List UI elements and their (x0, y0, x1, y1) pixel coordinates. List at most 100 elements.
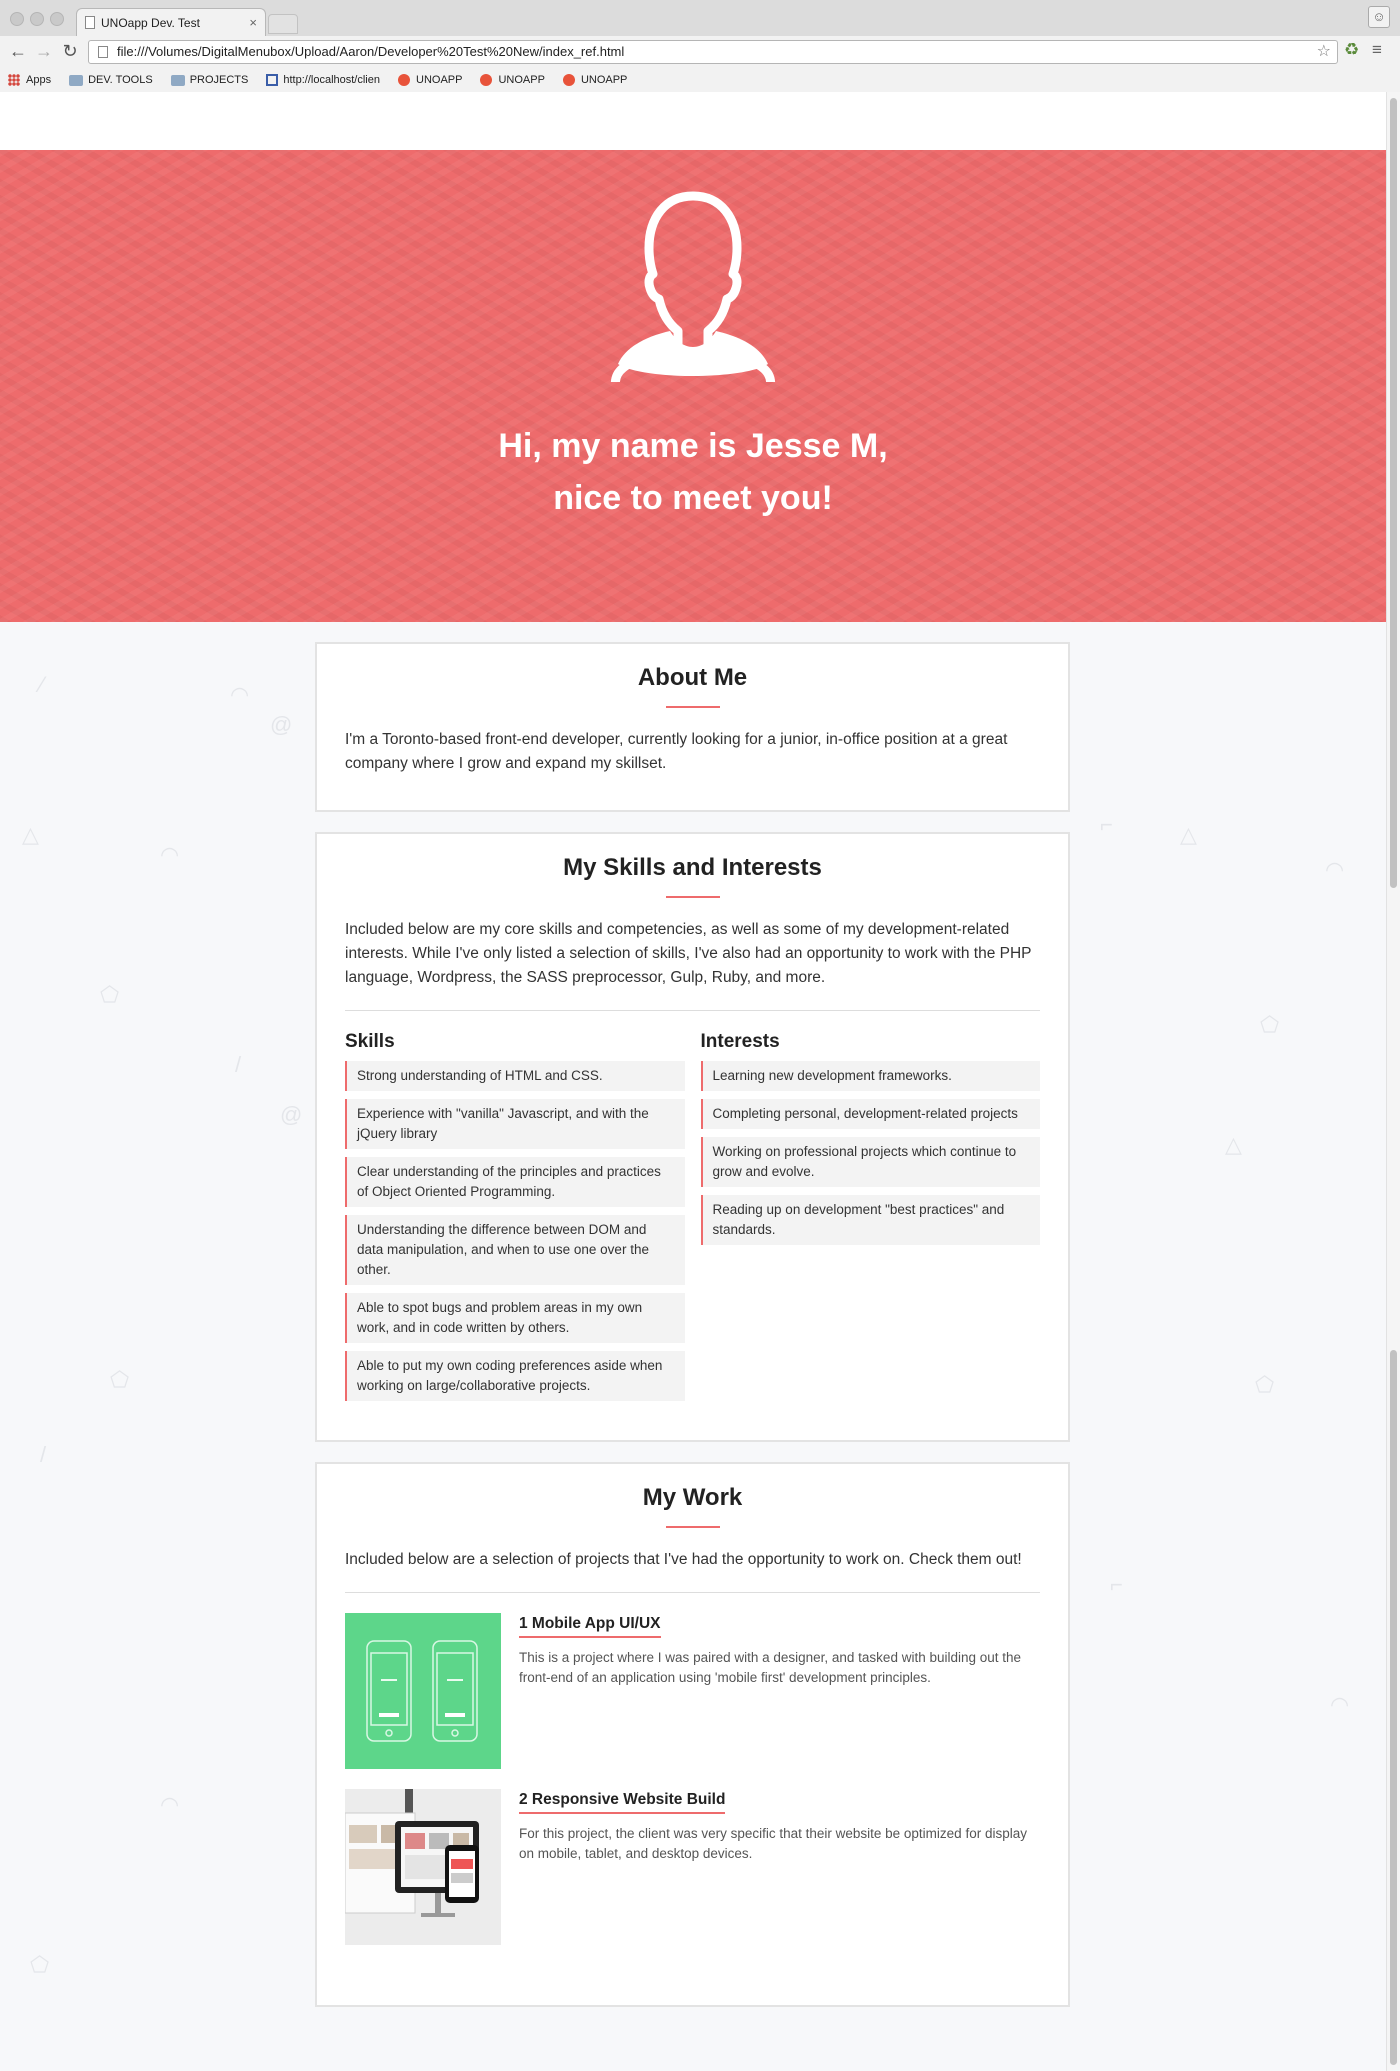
devices-mockup-icon (345, 1789, 501, 1945)
about-text: I'm a Toronto-based front-end developer,… (345, 731, 1008, 772)
phone-mockup-icon (366, 1640, 478, 1742)
folder-icon (69, 74, 84, 86)
decorative-doodle-icon: ⬠ (30, 1952, 50, 1977)
top-header-strip (0, 92, 1386, 150)
hero-greeting: Hi, my name is Jesse M, nice to meet you… (0, 420, 1386, 524)
bookmark-label: UNOAPP (416, 74, 463, 86)
site-icon (266, 74, 279, 86)
bookmark-projects[interactable]: PROJECTS (170, 74, 249, 86)
bookmark-dev-tools[interactable]: DEV. TOOLS (69, 74, 153, 86)
bookmark-label: UNOAPP (580, 74, 628, 86)
close-window-button[interactable] (10, 12, 24, 26)
project-description: This is a project where I was paired wit… (519, 1650, 1022, 1685)
minimize-window-button[interactable] (30, 12, 44, 26)
decorative-doodle-icon: ⬠ (110, 1367, 130, 1392)
reload-icon[interactable]: ↻ (58, 39, 82, 63)
project-details: 1 Mobile App UI/UX This is a project whe… (519, 1613, 1040, 1769)
decorative-doodle-icon: △ (1225, 1132, 1242, 1157)
unoapp-icon (562, 74, 575, 86)
back-arrow-icon[interactable]: ← (6, 39, 30, 63)
bookmark-unoapp-2[interactable]: UNOAPP (480, 74, 545, 86)
skills-columns: Skills Strong understanding of HTML and … (345, 1031, 1040, 1409)
interests-column: Interests Learning new development frame… (700, 1031, 1040, 1409)
browser-tab[interactable]: UNOapp Dev. Test × (76, 8, 266, 36)
decorative-doodle-icon: ⁄ (40, 672, 44, 697)
work-intro: Included below are a selection of projec… (345, 1551, 1022, 1568)
decorative-doodle-icon: ◠ (230, 682, 250, 707)
address-bar[interactable]: file:///Volumes/DigitalMenubox/Upload/Aa… (88, 40, 1338, 64)
decorative-doodle-icon: ◠ (1330, 1692, 1350, 1717)
skill-item: Experience with "vanilla" Javascript, an… (345, 1099, 685, 1149)
skill-item: Understanding the difference between DOM… (345, 1215, 685, 1285)
decorative-doodle-icon: @ (280, 1102, 303, 1127)
title-underline (665, 896, 720, 898)
skills-title: My Skills and Interests (563, 854, 822, 881)
section-divider (345, 1592, 1040, 1593)
skill-item: Able to put my own coding preferences as… (345, 1351, 685, 1401)
hero-greeting-line2: nice to meet you! (553, 479, 833, 517)
project-details: 2 Responsive Website Build For this proj… (519, 1789, 1040, 1945)
scrollbar-thumb-secondary[interactable] (1390, 1350, 1397, 2065)
skills-card: My Skills and Interests Included below a… (315, 832, 1070, 1442)
project-title-link[interactable]: 1 Mobile App UI/UX (519, 1615, 661, 1638)
decorative-doodle-icon: @ (270, 712, 293, 737)
decorative-doodle-icon: ⬠ (1260, 1012, 1280, 1037)
interest-item: Completing personal, development-related… (700, 1099, 1040, 1129)
menu-icon[interactable]: ≡ (1372, 40, 1382, 60)
tab-strip: UNOapp Dev. Test × ☺ (0, 0, 1400, 36)
about-card: About Me I'm a Toronto-based front-end d… (315, 642, 1070, 812)
new-tab-button[interactable] (268, 14, 298, 34)
title-underline (665, 1526, 720, 1528)
page-viewport: ⁄ ◠ @ △ ◠ ⬠ / @ ⬠ / ⌐ △ ◠ ⬠ △ ⬠ ⌐ ◠ ◠ ⬠ … (0, 92, 1386, 2071)
browser-chrome: UNOapp Dev. Test × ☺ ← → ↻ file:///Volum… (0, 0, 1400, 92)
user-avatar-icon (610, 191, 776, 382)
unoapp-icon (398, 74, 410, 86)
toolbar: ← → ↻ file:///Volumes/DigitalMenubox/Upl… (0, 36, 1400, 68)
zoom-window-button[interactable] (50, 12, 64, 26)
bookmark-unoapp-3[interactable]: UNOAPP (562, 74, 628, 86)
skills-heading: Skills (345, 1031, 395, 1052)
project-title-link[interactable]: 2 Responsive Website Build (519, 1791, 726, 1814)
skills-intro: Included below are my core skills and co… (345, 921, 1032, 986)
bookmark-unoapp-1[interactable]: UNOAPP (398, 74, 462, 86)
apps-grid-icon (8, 74, 20, 86)
skill-item: Strong understanding of HTML and CSS. (345, 1061, 685, 1091)
tab-close-icon[interactable]: × (249, 15, 257, 30)
folder-icon (170, 74, 185, 86)
decorative-doodle-icon: △ (22, 822, 39, 847)
decorative-doodle-icon: ⬠ (1255, 1372, 1275, 1397)
hero-banner: Hi, my name is Jesse M, nice to meet you… (0, 150, 1386, 622)
tab-title: UNOapp Dev. Test (101, 15, 200, 30)
work-title: My Work (642, 1484, 743, 1511)
project-item[interactable]: 1 Mobile App UI/UX This is a project whe… (345, 1613, 1040, 1769)
project-thumbnail-phones[interactable] (345, 1613, 501, 1769)
page-icon (98, 46, 108, 58)
scrollbar-thumb[interactable] (1390, 98, 1397, 888)
decorative-doodle-icon: ◠ (160, 842, 180, 867)
decorative-doodle-icon: ◠ (160, 1792, 180, 1817)
skill-item: Able to spot bugs and problem areas in m… (345, 1293, 685, 1343)
title-underline (665, 706, 720, 708)
interest-item: Learning new development frameworks. (700, 1061, 1040, 1091)
page-icon (85, 16, 95, 29)
bookmark-apps[interactable]: Apps (8, 74, 51, 86)
decorative-doodle-icon: △ (1180, 822, 1197, 847)
skills-column: Skills Strong understanding of HTML and … (345, 1031, 685, 1409)
extension-recycle-icon[interactable]: ♻ (1344, 40, 1359, 60)
bookmark-label: PROJECTS (189, 74, 249, 86)
bookmarks-bar: Apps DEV. TOOLS PROJECTS http://localhos… (0, 68, 1400, 92)
project-description: For this project, the client was very sp… (519, 1826, 1027, 1861)
bookmark-label: UNOAPP (498, 74, 545, 86)
bookmark-star-icon[interactable]: ☆ (1317, 41, 1331, 63)
interests-heading: Interests (700, 1031, 780, 1052)
bookmark-localhost[interactable]: http://localhost/clien (266, 74, 380, 86)
decorative-doodle-icon: / (40, 1442, 47, 1467)
forward-arrow-icon[interactable]: → (32, 39, 56, 63)
profile-icon[interactable]: ☺ (1368, 6, 1390, 28)
interest-item: Reading up on development "best practice… (700, 1195, 1040, 1245)
project-item[interactable]: 2 Responsive Website Build For this proj… (345, 1789, 1040, 1945)
bookmark-label: http://localhost/clien (283, 74, 380, 86)
about-title: About Me (637, 664, 748, 691)
project-thumbnail-devices[interactable] (345, 1789, 501, 1945)
decorative-doodle-icon: ⌐ (1110, 1572, 1123, 1597)
